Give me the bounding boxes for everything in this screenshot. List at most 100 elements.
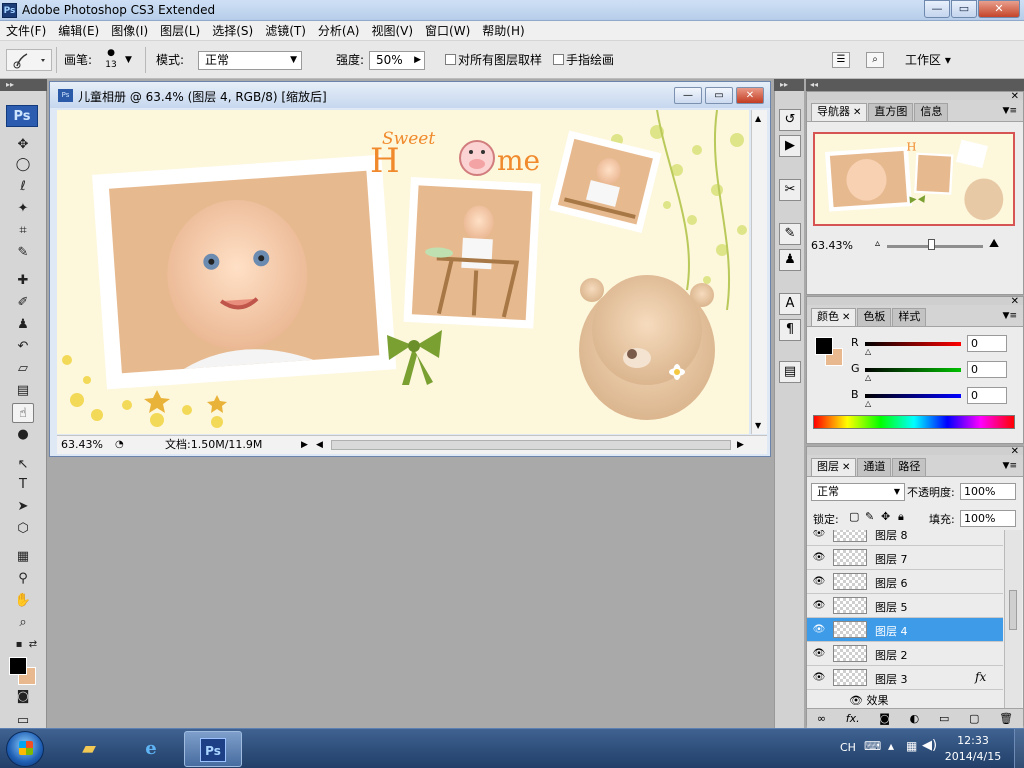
menu-select[interactable]: 选择(S) [206,21,259,40]
panel-grip[interactable]: ✕ [807,297,1023,307]
foreground-color-swatch[interactable] [9,657,27,675]
tab-channels[interactable]: 通道 [857,458,892,476]
document-horizontal-scrollbar[interactable] [331,440,731,450]
menu-edit[interactable]: 编辑(E) [52,21,105,40]
menu-image[interactable]: 图像(I) [105,21,154,40]
fill-input[interactable]: 100% [960,510,1016,527]
visibility-eye-icon[interactable]: 👁︎ [811,671,827,685]
healing-brush-tool-icon[interactable]: ✚ [12,271,34,291]
marquee-tool-icon[interactable]: ◯ [12,155,34,175]
document-maximize-button[interactable]: ▭ [705,87,733,104]
icon-dock-grip[interactable]: ▸▸ [774,79,804,91]
image-canvas[interactable]: Sweet H me [57,110,749,434]
show-hidden-icons-icon[interactable]: ▴ [888,739,894,753]
zoom-in-icon[interactable]: ⛰ [989,236,999,251]
eyedropper-tool-icon[interactable]: ⚲ [12,569,34,589]
red-value-input[interactable]: 0 [967,335,1007,352]
panel-menu-icon[interactable]: ▼≡ [1003,106,1017,116]
tab-navigator[interactable]: 导航器 ✕ [811,103,868,121]
document-minimize-button[interactable]: — [674,87,702,104]
tab-histogram[interactable]: 直方图 [868,103,914,121]
quick-mask-icon[interactable]: ◙ [12,687,34,707]
move-tool-icon[interactable]: ✥ [12,135,34,155]
layer-row[interactable]: 👁︎ 图层 5 [807,594,1003,618]
mode-select[interactable]: 正常 ▼ [198,51,302,70]
layer-row[interactable]: 👁︎ 图层 7 [807,546,1003,570]
type-tool-icon[interactable]: T [12,475,34,495]
pen-tool-icon[interactable]: ↖ [12,455,34,475]
smudge-tool-icon[interactable]: ☝ [12,403,34,423]
close-button[interactable]: ✕ [978,0,1020,18]
layers-scroll-thumb[interactable] [1009,590,1017,630]
brush-tool-icon[interactable]: ✐ [12,293,34,313]
tab-swatches[interactable]: 色板 [857,308,892,326]
navigator-zoom[interactable]: 63.43% [811,239,871,252]
tab-paths[interactable]: 路径 [892,458,927,476]
network-icon[interactable]: ▦ [906,739,917,753]
layer-row[interactable]: 👁︎ 图层 6 [807,570,1003,594]
menu-window[interactable]: 窗口(W) [419,21,476,40]
sample-all-layers-checkbox[interactable] [445,54,456,65]
panel-grip[interactable]: ✕ [807,92,1023,102]
opacity-input[interactable]: 100% [960,483,1016,500]
history-panel-icon[interactable]: ↺ [779,109,801,131]
slice-tool-icon[interactable]: ✎ [12,243,34,263]
eraser-tool-icon[interactable]: ▱ [12,359,34,379]
layer-row[interactable]: 👁︎ 图层 8 [807,530,1003,546]
clone-source-panel-icon[interactable]: ♟ [779,249,801,271]
scroll-up-icon[interactable]: ▲ [755,114,761,123]
tab-color[interactable]: 颜色 ✕ [811,308,857,326]
path-selection-tool-icon[interactable]: ➤ [12,497,34,517]
new-group-icon[interactable]: ▭ [939,712,949,725]
scroll-left-icon[interactable]: ◀ [316,436,323,454]
file-explorer-taskbar-button[interactable]: ▰ [60,731,118,767]
green-value-input[interactable]: 0 [967,361,1007,378]
brush-dropdown-icon[interactable]: ▼ [125,41,132,79]
actions-panel-icon[interactable]: ▶ [779,135,801,157]
tab-close-icon[interactable]: ✕ [853,107,861,118]
visibility-eye-icon[interactable]: 👁︎ [811,647,827,661]
layer-effects-icon[interactable]: fx [975,670,986,684]
layer-row[interactable]: 👁︎ 图层 3 fx [807,666,1003,690]
new-layer-icon[interactable]: ▢ [969,712,979,725]
swap-colors-icon[interactable]: ⇄ [22,635,44,655]
visibility-eye-icon[interactable]: 👁︎ [811,623,827,637]
visibility-eye-icon[interactable]: 👁︎ [811,575,827,589]
layer-row[interactable]: 👁︎ 图层 2 [807,642,1003,666]
panel-menu-icon[interactable]: ▼≡ [1003,311,1017,321]
keyboard-icon[interactable]: ⌨ [864,739,881,753]
tab-layers[interactable]: 图层 ✕ [811,458,857,476]
dodge-tool-icon[interactable]: ● [12,425,34,445]
panel-close-icon[interactable]: ✕ [1011,92,1019,102]
blend-mode-select[interactable]: 正常 ▼ [811,483,905,501]
lock-position-icon[interactable]: ✥ [881,510,890,523]
effects-eye-icon[interactable]: 👁︎ [849,694,866,707]
menu-help[interactable]: 帮助(H) [476,21,530,40]
layers-scrollbar[interactable] [1004,530,1022,708]
panels-dock-grip[interactable]: ◂◂ [806,79,1024,91]
zoom-out-icon[interactable]: ▵ [875,238,880,249]
strength-input[interactable]: 50% ▶ [369,51,425,70]
color-spectrum-bar[interactable] [813,415,1015,429]
lasso-tool-icon[interactable]: ℓ [12,177,34,197]
menu-filter[interactable]: 滤镜(T) [259,21,312,40]
scroll-right-icon[interactable]: ▶ [737,436,744,454]
volume-icon[interactable]: ◀) [922,738,937,753]
maximize-button[interactable]: ▭ [951,0,977,18]
menu-file[interactable]: 文件(F) [0,21,52,40]
red-slider-handle[interactable]: △ [865,347,871,356]
menu-layer[interactable]: 图层(L) [154,21,206,40]
adjustment-layer-icon[interactable]: ◐ [910,712,920,725]
tab-styles[interactable]: 样式 [892,308,927,326]
lock-transparency-icon[interactable]: ▢ [849,510,859,523]
navigator-thumbnail[interactable]: H [813,132,1015,226]
green-slider-handle[interactable]: △ [865,373,871,382]
palette-well-icon[interactable]: ☰ [832,52,850,68]
layer-mask-icon[interactable]: ◙ [879,712,890,725]
brush-picker[interactable]: ● 13 [101,47,121,73]
red-slider[interactable] [865,342,961,346]
crop-tool-icon[interactable]: ⌗ [12,221,34,241]
tab-close-icon[interactable]: ✕ [842,462,850,473]
layer-effects-row[interactable]: 👁︎ 效果 [849,692,888,708]
shape-tool-icon[interactable]: ⬡ [12,519,34,539]
